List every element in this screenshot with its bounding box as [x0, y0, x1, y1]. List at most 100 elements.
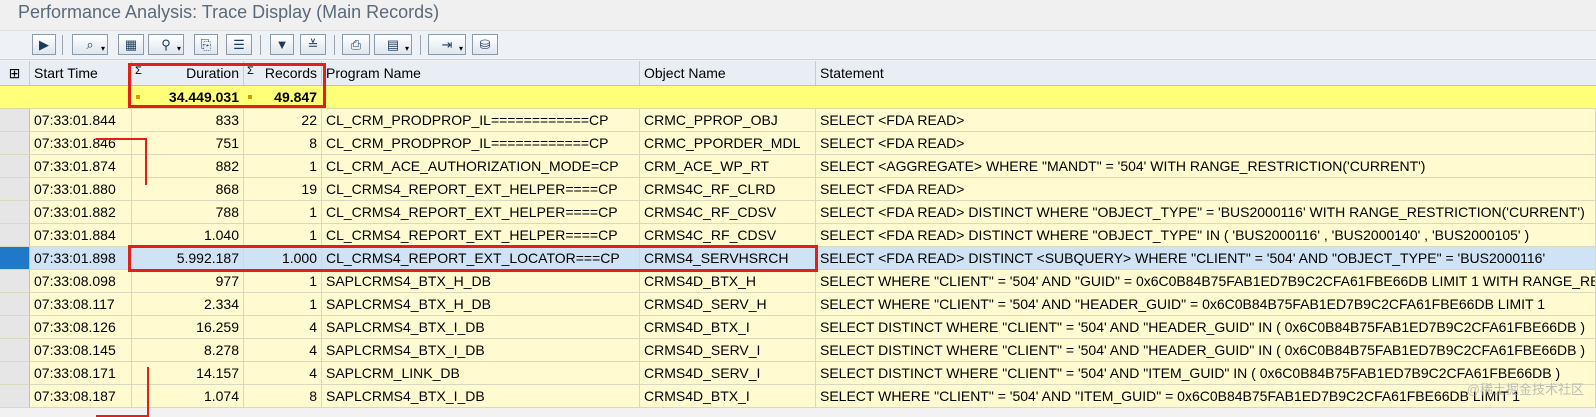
table-row[interactable]: 07:33:01.882 788 1 CL_CRMS4_REPORT_EXT_HELP… — [0, 201, 1596, 224]
copy-button[interactable]: ⎘ — [194, 34, 218, 55]
row-selector[interactable] — [0, 178, 30, 201]
cell-object-name: CRMC_PPORDER_MDL — [640, 132, 816, 155]
cell-duration: 2.334 — [132, 293, 244, 316]
header-start-time[interactable]: Start Time — [30, 61, 132, 85]
header-duration-label: Duration — [186, 65, 239, 81]
print-button[interactable]: ⎙ — [342, 34, 370, 55]
cell-duration: 788 — [132, 201, 244, 224]
database-button[interactable]: ⛁ — [472, 34, 498, 55]
cell-statement: SELECT <FDA READ> DISTINCT WHERE "OBJECT… — [816, 201, 1596, 224]
table-row-selected[interactable]: 07:33:01.898 5.992.187 1.000 CL_CRMS4_REPOR… — [0, 247, 1596, 270]
table-row[interactable]: 07:33:01.844 833 22 CL_CRM_PRODPROP_IL=====… — [0, 109, 1596, 132]
row-selector[interactable] — [0, 132, 30, 155]
cell-statement: SELECT <FDA READ> — [816, 109, 1596, 132]
cell-object-name: CRMS4D_SERV_I — [640, 339, 816, 362]
cell-start-time: 07:33:01.898 — [30, 247, 132, 270]
cell-start-time: 07:33:01.880 — [30, 178, 132, 201]
cell-start-time: 07:33:08.126 — [30, 316, 132, 339]
row-selector[interactable] — [0, 339, 30, 362]
total-duration: 34.449.031 — [168, 89, 239, 105]
row-selector[interactable] — [0, 316, 30, 339]
row-selector[interactable] — [0, 362, 30, 385]
header-duration[interactable]: Σ Duration — [132, 61, 244, 85]
details-button[interactable]: ⌕ ▾ — [72, 34, 108, 55]
table-row[interactable]: 07:33:08.117 2.334 1 SAPLCRMS4_BTX_H_DB CRMS… — [0, 293, 1596, 316]
cell-duration: 5.992.187 — [132, 247, 244, 270]
execute-button[interactable]: ▶ — [32, 34, 56, 55]
toolbar-separator — [420, 35, 421, 55]
cell-statement: SELECT WHERE "CLIENT" = '504' AND "GUID"… — [816, 270, 1596, 293]
annotation-line — [147, 367, 149, 417]
cell-start-time: 07:33:01.846 — [30, 132, 132, 155]
cell-start-time: 07:33:08.145 — [30, 339, 132, 362]
cell-program-name: SAPLCRMS4_BTX_H_DB — [322, 293, 640, 316]
header-records-label: Records — [264, 65, 317, 81]
layout-button[interactable]: ▤ ▾ — [374, 34, 412, 55]
export-icon: ⇥ — [441, 37, 453, 52]
copy-icon: ⎘ — [200, 37, 212, 52]
row-selector[interactable] — [0, 224, 30, 247]
calculator-button[interactable]: ▦ — [118, 34, 144, 55]
cell-statement: SELECT DISTINCT WHERE "CLIENT" = '504' A… — [816, 316, 1596, 339]
row-selector[interactable] — [0, 293, 30, 316]
cell-records: 1 — [244, 224, 322, 247]
cell-object-name: CRMS4_SERVHSRCH — [640, 247, 816, 270]
row-selector[interactable] — [0, 385, 30, 408]
row-selector[interactable] — [0, 109, 30, 132]
cell-program-name: CL_CRMS4_REPORT_EXT_LOCATOR===CP — [322, 247, 640, 270]
cell-start-time: 07:33:08.171 — [30, 362, 132, 385]
row-selector[interactable] — [0, 247, 30, 270]
cell-statement: SELECT <FDA READ> — [816, 132, 1596, 155]
cell-program-name: CL_CRM_PRODPROP_IL============CP — [322, 109, 640, 132]
total-records: 49.847 — [274, 89, 317, 105]
table-row[interactable]: 07:33:01.846 751 8 CL_CRM_PRODPROP_IL======… — [0, 132, 1596, 155]
table-row[interactable]: 07:33:01.884 1.040 1 CL_CRMS4_REPORT_EXT_HE… — [0, 224, 1596, 247]
row-selector[interactable] — [0, 270, 30, 293]
cell-program-name: SAPLCRMS4_BTX_I_DB — [322, 339, 640, 362]
table-row[interactable]: 07:33:08.171 14.157 4 SAPLCRM_LINK_DB CRMS4D… — [0, 362, 1596, 385]
cell-program-name: SAPLCRM_LINK_DB — [322, 362, 640, 385]
cell-program-name: CL_CRM_PRODPROP_IL============CP — [322, 132, 640, 155]
chevron-down-icon: ▾ — [404, 44, 409, 53]
annotation-line — [96, 138, 146, 140]
cell-program-name: CL_CRM_ACE_AUTHORIZATION_MODE=CP — [322, 155, 640, 178]
cell-object-name: CRM_ACE_WP_RT — [640, 155, 816, 178]
calculator-icon: ▦ — [124, 37, 138, 52]
details-icon: ⌕ — [86, 37, 94, 52]
header-records[interactable]: Σ Records — [244, 61, 322, 85]
sort-button[interactable]: ☰ — [226, 34, 252, 55]
table-row[interactable]: 07:33:01.880 868 19 CL_CRMS4_REPORT_EXT_HEL… — [0, 178, 1596, 201]
header-program-name[interactable]: Program Name — [322, 61, 640, 85]
cell-duration: 16.259 — [132, 316, 244, 339]
table-row[interactable]: 07:33:08.145 8.278 4 SAPLCRMS4_BTX_I_DB CRMS… — [0, 339, 1596, 362]
print-icon: ⎙ — [350, 37, 362, 52]
database-icon: ⛁ — [479, 37, 491, 52]
cell-object-name: CRMS4C_RF_CDSV — [640, 201, 816, 224]
layout-icon: ▤ — [386, 37, 400, 52]
row-selector[interactable] — [0, 201, 30, 224]
table-row[interactable]: 07:33:08.187 1.074 8 SAPLCRMS4_BTX_I_DB CRMS… — [0, 385, 1596, 408]
cell-start-time: 07:33:08.098 — [30, 270, 132, 293]
cell-start-time: 07:33:08.187 — [30, 385, 132, 408]
header-statement[interactable]: Statement — [816, 61, 1596, 85]
header-object-name[interactable]: Object Name — [640, 61, 816, 85]
cell-duration: 868 — [132, 178, 244, 201]
window-title: Performance Analysis: Trace Display (Mai… — [18, 2, 440, 22]
table-row[interactable]: 07:33:08.098 977 1 SAPLCRMS4_BTX_H_DB CRMS4D… — [0, 270, 1596, 293]
find-button[interactable]: ⚲ ▾ — [148, 34, 184, 55]
cell-records: 1 — [244, 270, 322, 293]
table-row[interactable]: 07:33:01.874 882 1 CL_CRM_ACE_AUTHORIZATION… — [0, 155, 1596, 178]
cell-duration: 833 — [132, 109, 244, 132]
filter-icon: ▼ — [275, 37, 289, 52]
cell-object-name: CRMS4D_BTX_H — [640, 270, 816, 293]
cell-records: 1 — [244, 293, 322, 316]
cell-records: 1 — [244, 201, 322, 224]
cell-duration: 1.040 — [132, 224, 244, 247]
export-button[interactable]: ⇥ ▾ — [428, 34, 466, 55]
cell-object-name: CRMS4D_SERV_I — [640, 362, 816, 385]
row-selector[interactable] — [0, 155, 30, 178]
column-settings-icon[interactable]: ⊞ — [0, 61, 30, 85]
filter-button[interactable]: ▼ — [270, 34, 294, 55]
subtotal-button[interactable]: ≚ — [300, 34, 326, 55]
table-row[interactable]: 07:33:08.126 16.259 4 SAPLCRMS4_BTX_I_DB CRM… — [0, 316, 1596, 339]
